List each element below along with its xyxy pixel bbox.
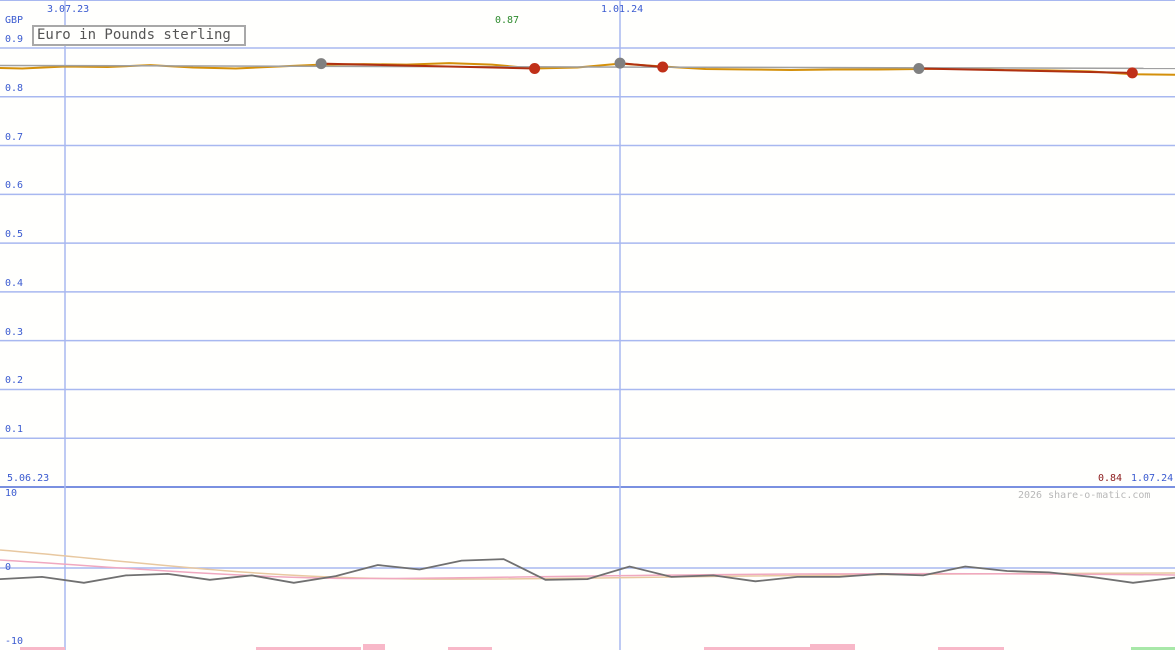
y-tick-label: 0.2 [5, 375, 24, 387]
chart-title: Euro in Pounds sterling [32, 25, 246, 46]
y-tick-label: 0.1 [5, 424, 24, 436]
y-axis-unit: GBP [5, 15, 24, 26]
signal-marker-grey [315, 58, 327, 70]
y-tick-label: 0.9 [5, 34, 24, 45]
y-tick-label: 0.8 [5, 82, 24, 94]
last-value-label: 0.84 [1098, 473, 1123, 484]
lower-y-tick-label: 10 [5, 488, 18, 499]
signal-marker-red [529, 62, 541, 74]
copyright-label: 2026 share-o-matic.com [1018, 490, 1151, 501]
signal-marker-grey [913, 62, 925, 74]
signal-marker-red [1126, 67, 1138, 79]
y-tick-label: 0.7 [5, 131, 24, 143]
y-tick-label: 0.3 [5, 326, 24, 338]
signal-bar [810, 644, 855, 650]
x-tick-label-2: 1.01.24 [601, 4, 644, 15]
x-tick-label-1: 3.07.23 [47, 4, 90, 15]
lower-y-tick-label: -10 [5, 636, 24, 647]
lower-y-tick-label: 0 [5, 562, 12, 573]
y-tick-label: 0.4 [5, 277, 24, 289]
signal-marker-red [657, 61, 669, 73]
y-tick-label: 0.6 [5, 180, 24, 192]
signal-bar [363, 644, 385, 650]
chart-canvas [0, 0, 1175, 650]
signal-marker-grey [614, 57, 626, 69]
max-value-label: 0.87 [495, 15, 520, 26]
x-range-end: 1.07.24 [1131, 473, 1174, 484]
y-tick-label: 0.5 [5, 229, 24, 241]
x-range-start: 5.06.23 [7, 473, 50, 484]
